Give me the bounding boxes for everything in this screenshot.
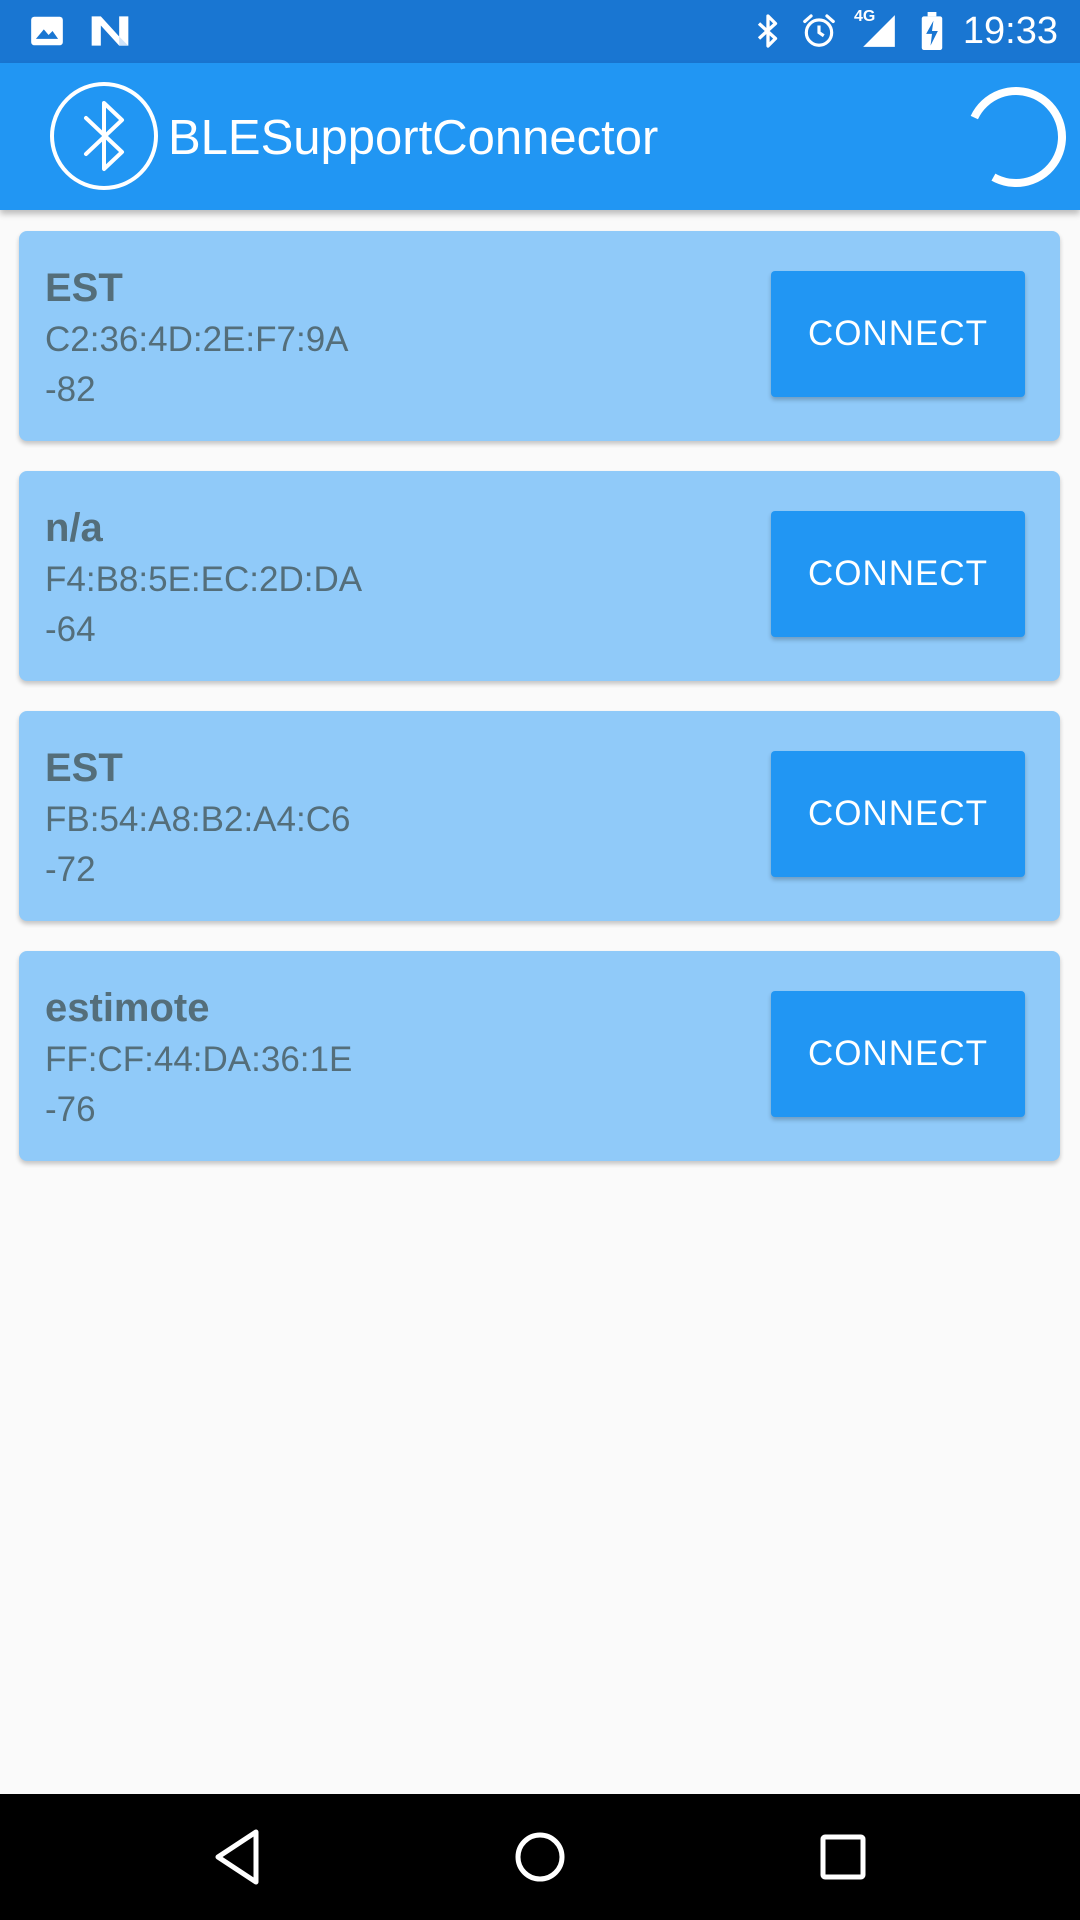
device-name: n/a (45, 506, 103, 550)
navigation-bar (0, 1794, 1080, 1920)
device-card: estimote FF:CF:44:DA:36:1E -76 CONNECT (19, 951, 1060, 1161)
device-card: n/a F4:B8:5E:EC:2D:DA -64 CONNECT (19, 471, 1060, 681)
device-card: EST FB:54:A8:B2:A4:C6 -72 CONNECT (19, 711, 1060, 921)
bluetooth-icon (757, 14, 778, 48)
loading-spinner-icon (966, 87, 1066, 187)
alarm-icon (803, 14, 835, 47)
back-icon[interactable] (204, 1824, 270, 1890)
home-icon[interactable] (507, 1824, 573, 1890)
status-time: 19:33 (962, 10, 1058, 52)
status-bar: 4G 19:33 (0, 0, 1080, 63)
device-rssi: -82 (45, 370, 96, 409)
connect-button[interactable]: CONNECT (771, 991, 1025, 1117)
device-name: EST (45, 266, 123, 310)
signal-icon (863, 15, 895, 47)
device-mac-address: FB:54:A8:B2:A4:C6 (45, 800, 351, 839)
device-name: estimote (45, 986, 210, 1030)
device-rssi: -64 (45, 610, 96, 649)
device-rssi: -76 (45, 1090, 96, 1129)
device-mac-address: F4:B8:5E:EC:2D:DA (45, 560, 363, 599)
device-mac-address: C2:36:4D:2E:F7:9A (45, 320, 349, 359)
device-name: EST (45, 746, 123, 790)
app-bar: BLESupportConnector (0, 63, 1080, 210)
connect-button[interactable]: CONNECT (771, 511, 1025, 637)
connect-button[interactable]: CONNECT (771, 751, 1025, 877)
bluetooth-logo-icon (50, 82, 158, 190)
battery-charging-icon (921, 12, 943, 50)
device-rssi: -72 (45, 850, 96, 889)
connect-button[interactable]: CONNECT (771, 271, 1025, 397)
device-mac-address: FF:CF:44:DA:36:1E (45, 1040, 353, 1079)
device-card: EST C2:36:4D:2E:F7:9A -82 CONNECT (19, 231, 1060, 441)
image-icon (31, 16, 63, 46)
app-title: BLESupportConnector (168, 111, 659, 165)
n-notification-icon (91, 16, 129, 46)
recents-icon[interactable] (810, 1824, 876, 1890)
